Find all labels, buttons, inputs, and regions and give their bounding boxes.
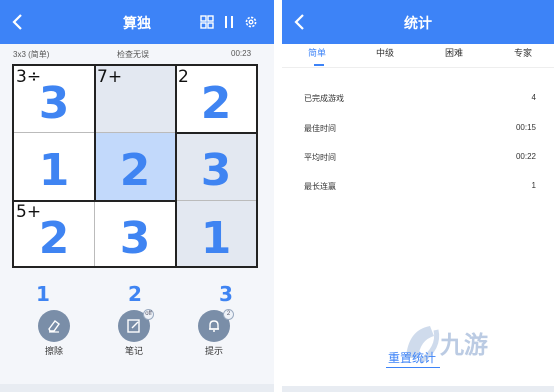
cage-border (175, 66, 177, 266)
erase-button[interactable] (38, 310, 70, 342)
bottom-strip (0, 384, 274, 392)
tab-hard[interactable]: 困难 (445, 46, 463, 59)
cell-value: 2 (200, 78, 232, 129)
notes-icon (127, 319, 140, 333)
grid-view-icon[interactable] (200, 15, 214, 29)
erase-label: 擦除 (45, 346, 64, 356)
cage-border (176, 132, 256, 134)
stat-value-games-completed: 4 (531, 93, 536, 102)
grid-cell[interactable]: 7+ (95, 66, 176, 133)
stat-value-best-time: 00:15 (515, 123, 536, 132)
puzzle-grid: 3÷ 3 7+ 2 2 1 2 3 5+ 2 3 1 (12, 64, 258, 268)
game-info-bar: 3x3 (简单) 检查无误 00:23 (0, 44, 274, 64)
reset-stats-button[interactable]: 重置统计 (388, 349, 436, 366)
number-button-2[interactable]: 2 (128, 282, 142, 306)
stat-value-longest-streak: 1 (531, 181, 536, 190)
tab-expert[interactable]: 专家 (514, 46, 532, 59)
cell-value: 2 (38, 213, 70, 264)
active-tab-indicator (314, 64, 324, 66)
stat-label-average-time: 平均时间 (304, 153, 336, 162)
hint-label: 提示 (205, 346, 224, 356)
bell-hint-icon (209, 320, 219, 332)
notes-off-badge: off (143, 309, 154, 320)
cell-value: 1 (200, 213, 232, 264)
hint-count-badge: 2 (223, 309, 234, 320)
cage-border (14, 200, 176, 202)
cell-value: 3 (38, 78, 70, 129)
puzzle-app-bar: 算独 (0, 0, 274, 44)
number-button-1[interactable]: 1 (36, 282, 50, 306)
cage-border (94, 66, 96, 201)
difficulty-label: 3x3 (简单) (13, 50, 50, 59)
statistics-screen: 统计 简单 中级 困难 专家 已完成游戏 4 最佳时间 00:15 平均时间 0… (282, 0, 554, 392)
cell-value: 3 (200, 145, 232, 196)
grid-cell[interactable]: 3 (176, 133, 256, 201)
cage-clue: 7+ (97, 67, 123, 87)
bottom-strip (282, 386, 554, 392)
watermark-text: 九游 (440, 331, 488, 359)
stat-label-best-time: 最佳时间 (304, 124, 336, 133)
stat-label-games-completed: 已完成游戏 (304, 94, 344, 103)
grid-cell[interactable]: 3÷ 3 (14, 66, 95, 133)
stat-label-longest-streak: 最长连赢 (304, 182, 336, 191)
pause-icon[interactable] (222, 15, 236, 29)
puzzle-screen: 算独 3x3 (简单) 检查无误 00:23 3÷ 3 7+ 2 2 1 2 3… (0, 0, 274, 392)
grid-cell-selected[interactable]: 2 (95, 133, 176, 201)
cell-value: 3 (119, 213, 151, 264)
grid-cell[interactable]: 2 2 (176, 66, 256, 133)
stats-app-bar: 统计 (282, 0, 554, 44)
grid-cell[interactable]: 1 (14, 133, 95, 201)
grid-cell[interactable]: 3 (95, 201, 176, 266)
check-status: 检查无误 (117, 50, 149, 59)
eraser-icon (48, 320, 60, 333)
grid-cell[interactable]: 5+ 2 (14, 201, 95, 266)
screen-divider (274, 0, 282, 392)
tab-easy[interactable]: 简单 (308, 46, 326, 59)
tab-medium[interactable]: 中级 (376, 46, 394, 59)
cell-value: 2 (119, 145, 151, 196)
reset-underline (386, 367, 440, 368)
settings-gear-icon[interactable] (244, 15, 258, 29)
grid-cell[interactable]: 1 (176, 201, 256, 266)
game-timer: 00:23 (231, 49, 252, 58)
cell-value: 1 (38, 145, 70, 196)
stat-value-average-time: 00:22 (515, 152, 536, 161)
page-title: 统计 (404, 15, 432, 31)
notes-label: 笔记 (125, 346, 144, 356)
number-button-3[interactable]: 3 (219, 282, 233, 306)
